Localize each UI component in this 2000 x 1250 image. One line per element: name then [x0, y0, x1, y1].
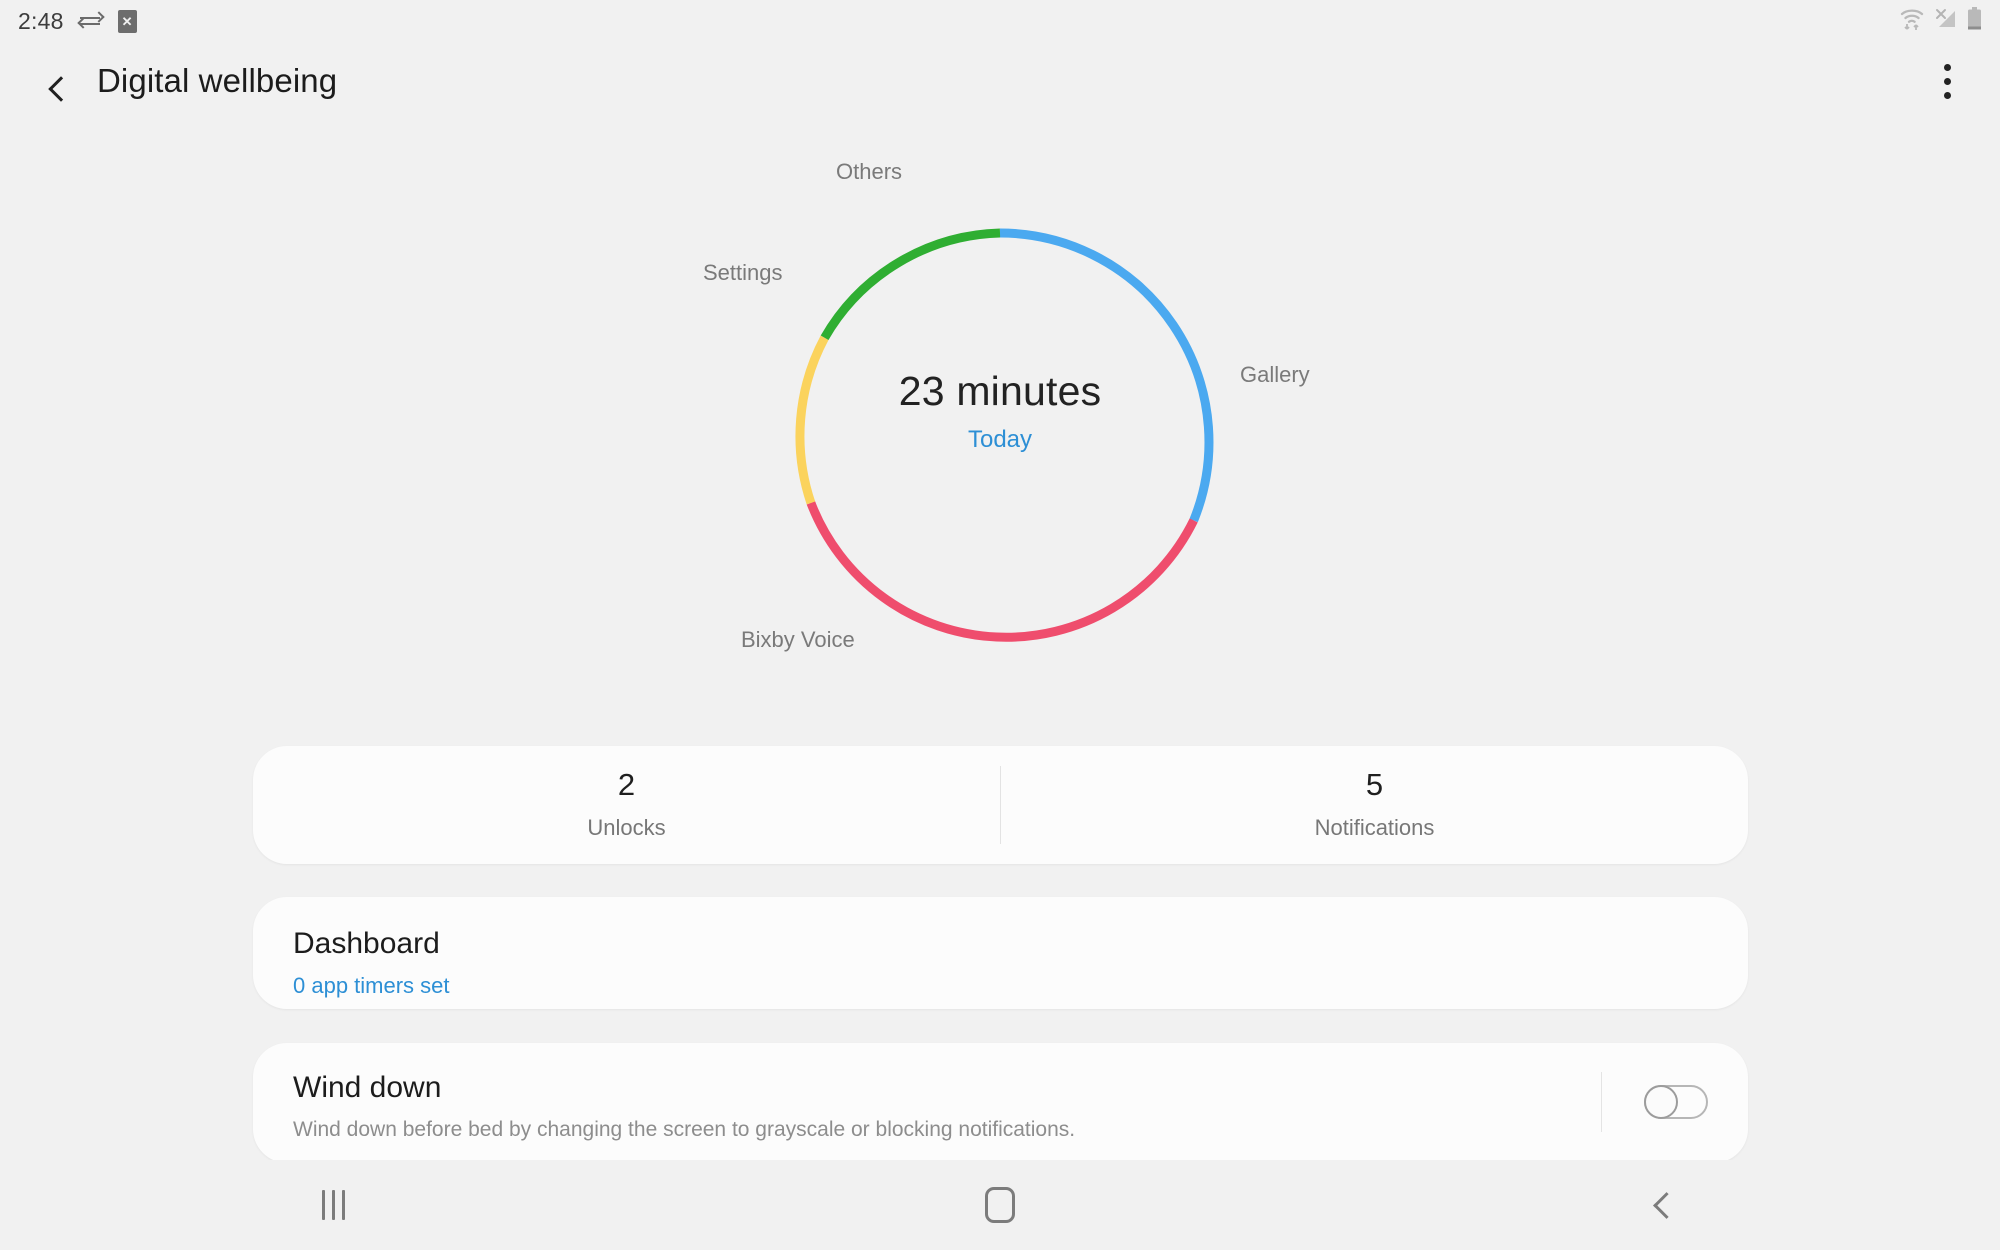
recents-icon	[321, 1190, 345, 1220]
wind-down-texts: Wind down Wind down before bed by changi…	[293, 1071, 1601, 1142]
usage-donut-chart: 23 minutes Today Others Settings Gallery…	[0, 150, 2000, 710]
nav-back-button[interactable]	[1333, 1160, 2000, 1250]
home-icon	[985, 1187, 1015, 1223]
wind-down-toggle-area	[1601, 1071, 1708, 1133]
dashboard-card[interactable]: Dashboard 0 app timers set	[253, 897, 1748, 1009]
segment-label-gallery: Gallery	[1240, 362, 1310, 387]
status-clock: 2:48	[18, 7, 64, 34]
wind-down-card[interactable]: Wind down Wind down before bed by changi…	[253, 1043, 1748, 1163]
wifi-icon	[1899, 7, 1925, 36]
status-bar-right	[1899, 6, 1982, 36]
wind-down-toggle-switch[interactable]	[1644, 1085, 1708, 1119]
wind-down-description: Wind down before bed by changing the scr…	[293, 1118, 1076, 1141]
system-navigation-bar	[0, 1160, 2000, 1250]
time-period-label[interactable]: Today	[0, 426, 2000, 454]
stats-card: 2 Unlocks 5 Notifications	[253, 746, 1748, 864]
donut-center-text: 23 minutes Today	[0, 368, 2000, 454]
nav-home-button[interactable]	[667, 1160, 1334, 1250]
nav-recents-button[interactable]	[0, 1160, 667, 1250]
dashboard-title: Dashboard	[293, 927, 440, 960]
data-transfer-icon	[76, 11, 105, 31]
back-chevron-icon[interactable]	[38, 69, 78, 109]
notifications-value: 5	[1365, 767, 1384, 802]
status-bar-left: 2:48 ✕	[18, 8, 137, 35]
status-bar: 2:48 ✕	[0, 0, 2000, 42]
unlocks-label: Unlocks	[587, 815, 666, 840]
segment-label-settings: Settings	[703, 260, 783, 285]
notifications-label: Notifications	[1314, 815, 1435, 840]
file-blocked-icon: ✕	[117, 9, 137, 33]
stat-notifications[interactable]: 5 Notifications	[1001, 746, 1748, 864]
app-bar: Digital wellbeing	[0, 42, 2000, 120]
stat-unlocks[interactable]: 2 Unlocks	[253, 746, 1000, 864]
digital-wellbeing-screen: 2:48 ✕ Digital wellbeing 23 minutes Toda…	[0, 0, 2000, 1250]
dashboard-subtitle: 0 app timers set	[293, 973, 450, 998]
segment-label-others: Others	[836, 159, 903, 184]
page-title: Digital wellbeing	[97, 62, 338, 99]
toggle-knob	[1644, 1085, 1678, 1119]
more-options-icon[interactable]	[1930, 59, 1964, 103]
battery-icon	[1967, 6, 1982, 36]
back-icon	[1653, 1191, 1681, 1219]
toggle-divider	[1601, 1072, 1602, 1132]
segment-label-bixby-voice: Bixby Voice	[741, 627, 855, 652]
total-screen-time: 23 minutes	[898, 368, 1102, 414]
no-signal-icon	[1934, 8, 1958, 35]
unlocks-value: 2	[617, 767, 636, 802]
wind-down-title: Wind down	[293, 1071, 442, 1104]
